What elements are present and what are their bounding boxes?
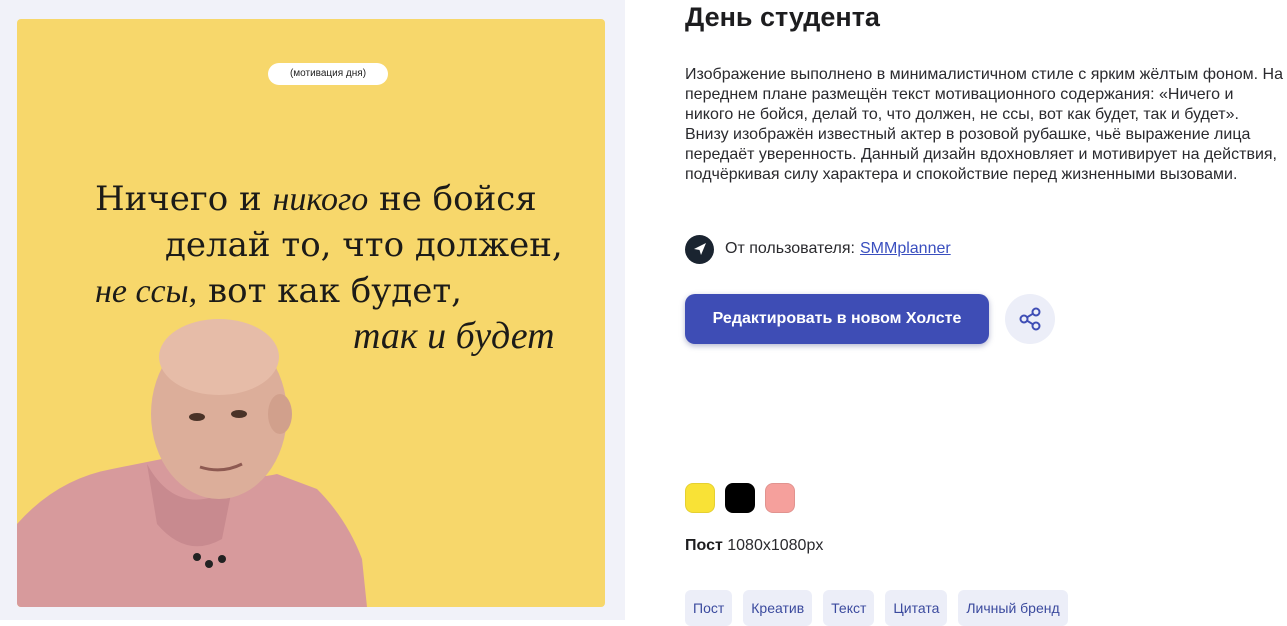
author-link[interactable]: SMMplanner [860, 240, 951, 258]
tag-list: Пост Креатив Текст Цитата Личный бренд [685, 590, 1079, 626]
preview-panel: (мотивация дня) Ничего и никого не бойся… [0, 0, 625, 620]
color-palette [685, 483, 805, 513]
author-label: От пользователя: [725, 240, 855, 257]
format-info: Пост 1080x1080px [685, 537, 823, 555]
author-row: От пользователя: SMMplanner [685, 234, 951, 264]
tag-item[interactable]: Креатив [743, 590, 813, 626]
share-icon [1019, 307, 1041, 331]
format-size: 1080x1080px [727, 537, 824, 554]
template-description: Изображение выполнено в минималистичном … [685, 66, 1283, 183]
share-button[interactable] [1005, 294, 1055, 344]
color-swatch-yellow[interactable] [685, 483, 715, 513]
template-title: День студента [685, 2, 880, 32]
details-panel: День студента Изображение выполнено в ми… [685, 0, 1285, 626]
color-swatch-black[interactable] [725, 483, 755, 513]
format-label: Пост [685, 537, 723, 554]
tag-item[interactable]: Личный бренд [958, 590, 1068, 626]
edit-in-canvas-button[interactable]: Редактировать в новом Холсте [685, 294, 989, 344]
tag-item[interactable]: Пост [685, 590, 733, 626]
tag-item[interactable]: Цитата [885, 590, 948, 626]
template-preview[interactable]: (мотивация дня) Ничего и никого не бойся… [17, 19, 605, 607]
paper-plane-icon [685, 234, 714, 264]
person-photo [17, 319, 367, 607]
color-swatch-pink[interactable] [765, 483, 795, 513]
tag-item[interactable]: Текст [823, 590, 875, 626]
